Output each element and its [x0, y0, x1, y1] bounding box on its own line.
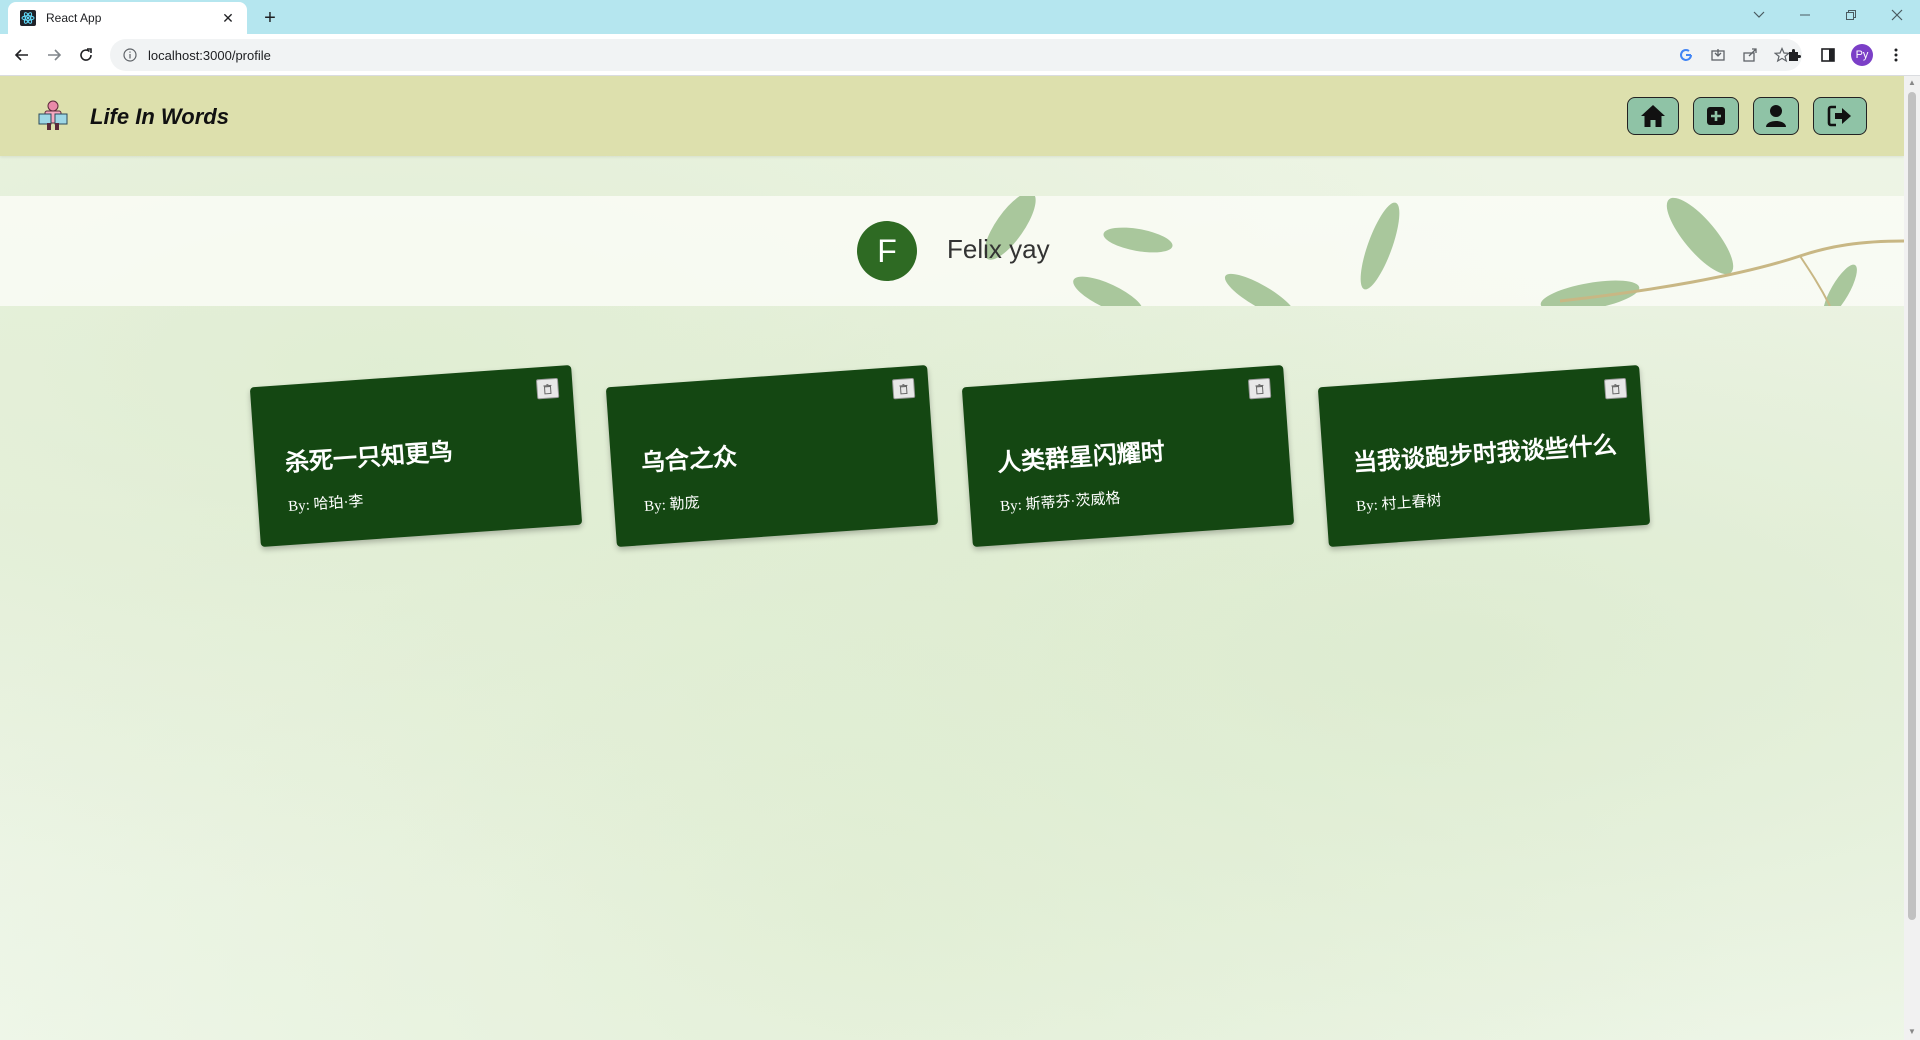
close-window-icon[interactable]	[1874, 0, 1920, 30]
book-author: By: 哈珀·李	[287, 493, 365, 516]
delete-button[interactable]	[535, 377, 560, 400]
forward-arrow-icon[interactable]	[40, 41, 68, 69]
tab-title: React App	[46, 11, 102, 25]
book-card[interactable]: 人类群星闪耀时 By: 斯蒂芬·茨威格	[961, 364, 1295, 548]
page-scrollbar[interactable]: ▲ ▼	[1904, 76, 1920, 1040]
browser-menu-kebab-icon[interactable]	[1882, 41, 1910, 69]
book-author: By: 斯蒂芬·茨威格	[999, 490, 1121, 516]
address-bar[interactable]: localhost:3000/profile	[110, 39, 1802, 71]
browser-toolbar: localhost:3000/profile Py	[0, 34, 1920, 76]
tab-close-icon[interactable]: ✕	[219, 9, 237, 27]
browser-profile-avatar[interactable]: Py	[1848, 41, 1876, 69]
scroll-up-arrow-icon[interactable]: ▲	[1908, 79, 1916, 87]
minimize-icon[interactable]	[1782, 0, 1828, 30]
book-card-list: 杀死一只知更鸟 By: 哈珀·李 乌合之众 By: 勒庞 人类群星闪耀时 By:…	[0, 76, 1904, 1040]
extensions-puzzle-icon[interactable]	[1780, 41, 1808, 69]
install-app-icon[interactable]	[1706, 43, 1730, 67]
trash-icon	[1255, 383, 1264, 394]
restore-icon[interactable]	[1828, 0, 1874, 30]
page-viewport: Life In Words F Felix yay 杀死一只知更鸟 By: 哈珀…	[0, 76, 1904, 1040]
delete-button[interactable]	[1603, 377, 1628, 400]
trash-icon	[1611, 383, 1620, 394]
browser-tab-strip: React App ✕ +	[0, 0, 1920, 34]
delete-button[interactable]	[891, 377, 916, 400]
window-controls	[1736, 0, 1920, 30]
react-favicon-icon	[20, 10, 36, 26]
side-panel-icon[interactable]	[1814, 41, 1842, 69]
scroll-down-arrow-icon[interactable]: ▼	[1908, 1028, 1916, 1036]
scrollbar-thumb[interactable]	[1908, 92, 1916, 920]
book-title: 杀死一只知更鸟	[284, 438, 454, 478]
book-title: 人类群星闪耀时	[996, 438, 1166, 478]
back-arrow-icon[interactable]	[8, 41, 36, 69]
site-info-icon[interactable]	[122, 47, 138, 63]
url-text[interactable]: localhost:3000/profile	[148, 48, 1674, 63]
new-tab-button[interactable]: +	[258, 6, 282, 30]
tab-search-icon[interactable]	[1736, 0, 1782, 30]
google-translate-icon[interactable]	[1674, 43, 1698, 67]
book-card[interactable]: 当我谈跑步时我谈些什么 By: 村上春树	[1317, 364, 1651, 548]
book-title: 当我谈跑步时我谈些什么	[1352, 431, 1618, 478]
book-card[interactable]: 杀死一只知更鸟 By: 哈珀·李	[249, 364, 583, 548]
browser-tab[interactable]: React App ✕	[8, 2, 247, 34]
share-icon[interactable]	[1738, 43, 1762, 67]
trash-icon	[899, 383, 908, 394]
book-author: By: 村上春树	[1355, 493, 1443, 516]
delete-button[interactable]	[1247, 377, 1272, 400]
book-author: By: 勒庞	[643, 495, 701, 516]
reload-icon[interactable]	[72, 41, 100, 69]
trash-icon	[543, 383, 552, 394]
book-title: 乌合之众	[640, 443, 738, 478]
book-card[interactable]: 乌合之众 By: 勒庞	[605, 364, 939, 548]
